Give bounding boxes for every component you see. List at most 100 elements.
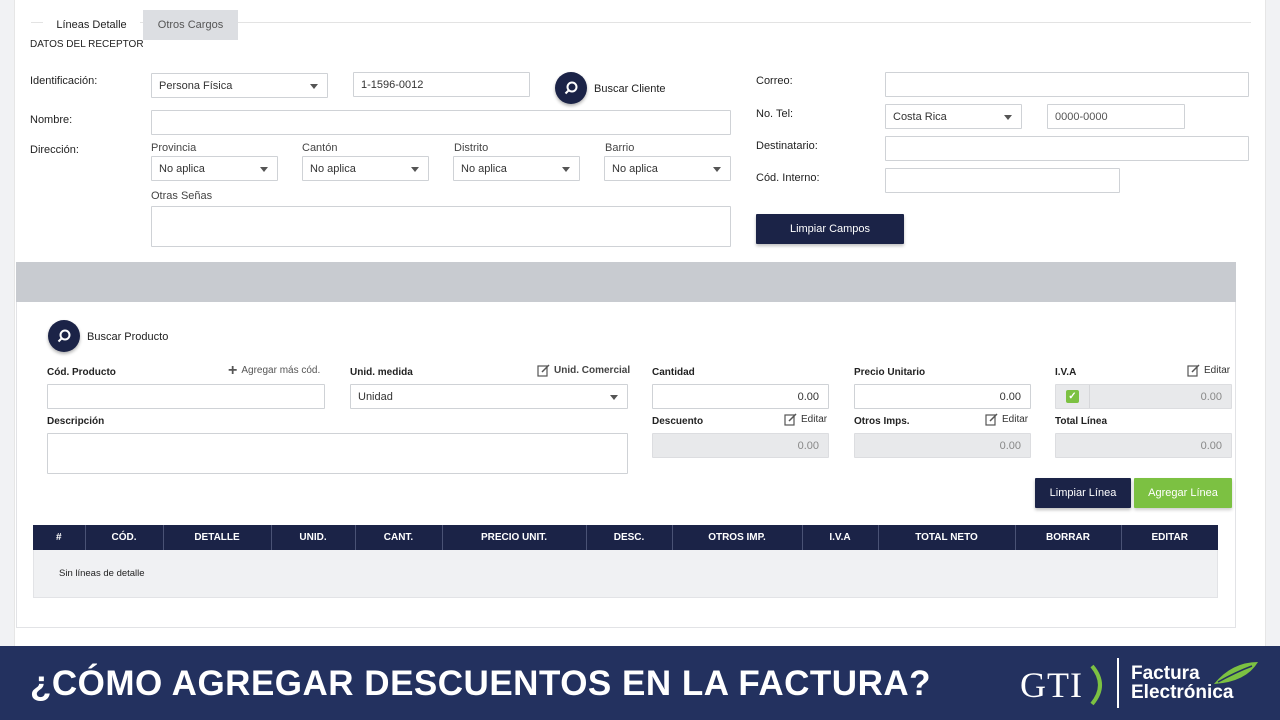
agregar-linea-button[interactable]: Agregar Línea <box>1134 478 1232 508</box>
table-header-row: # CÓD. DETALLE UNID. CANT. PRECIO UNIT. … <box>33 525 1218 550</box>
id-number-value: 1-1596-0012 <box>361 78 424 91</box>
identificacion-label: Identificación: <box>30 75 98 87</box>
otros-imps-editar-link[interactable]: Editar <box>985 413 1028 426</box>
col-header: CANT. <box>355 525 443 550</box>
unid-comercial-label: Unid. Comercial <box>554 365 631 376</box>
provincia-label: Provincia <box>151 142 197 154</box>
tab-otros-cargos[interactable]: Otros Cargos <box>143 10 238 40</box>
chevron-down-icon <box>411 166 419 172</box>
otros-imps-label: Otros Imps. <box>854 416 910 427</box>
limpiar-linea-button[interactable]: Limpiar Línea <box>1035 478 1131 508</box>
col-header: DESC. <box>586 525 673 550</box>
cantidad-label: Cantidad <box>652 367 695 378</box>
precio-input[interactable]: 0.00 <box>854 384 1031 409</box>
precio-label: Precio Unitario <box>854 367 926 378</box>
provincia-select[interactable]: No aplica <box>151 156 278 181</box>
col-header: # <box>33 525 86 550</box>
barrio-value: No aplica <box>612 162 658 175</box>
total-linea-label: Total Línea <box>1055 416 1108 427</box>
iva-editar-link[interactable]: Editar <box>1187 364 1230 377</box>
col-header: OTROS IMP. <box>672 525 803 550</box>
unid-medida-select[interactable]: Unidad <box>350 384 628 409</box>
section-title: DATOS DEL RECEPTOR <box>30 39 144 50</box>
barrio-select[interactable]: No aplica <box>604 156 731 181</box>
agregar-mas-cod-link[interactable]: + Agregar más cód. <box>228 361 320 379</box>
cod-interno-label: Cód. Interno: <box>756 172 820 184</box>
chevron-down-icon <box>610 394 618 400</box>
nombre-input[interactable] <box>151 110 731 135</box>
col-header: BORRAR <box>1015 525 1122 550</box>
edit-icon <box>784 413 797 426</box>
search-icon <box>564 81 578 95</box>
tab-bar <box>16 262 1236 302</box>
tab-lineas-detalle[interactable]: Líneas Detalle <box>43 10 140 40</box>
banner-title: ¿CÓMO AGREGAR DESCUENTOS EN LA FACTURA? <box>30 664 931 703</box>
unid-comercial-link[interactable]: Unid. Comercial <box>537 364 630 377</box>
iva-value: 0.00 <box>1200 390 1222 403</box>
cod-producto-input[interactable] <box>47 384 325 409</box>
canton-select[interactable]: No aplica <box>302 156 429 181</box>
chevron-down-icon <box>713 166 721 172</box>
plus-icon: + <box>228 361 238 379</box>
edit-icon <box>1187 364 1200 377</box>
correo-label: Correo: <box>756 75 793 87</box>
col-header: CÓD. <box>85 525 164 550</box>
buscar-producto-button[interactable] <box>48 320 80 352</box>
destinatario-label: Destinatario: <box>756 140 818 152</box>
unid-value: Unidad <box>358 390 393 403</box>
distrito-label: Distrito <box>454 142 489 154</box>
cod-interno-input[interactable] <box>885 168 1120 193</box>
editar-label: Editar <box>1002 414 1029 425</box>
edit-icon <box>985 413 998 426</box>
distrito-select[interactable]: No aplica <box>453 156 580 181</box>
otras-senas-textarea[interactable] <box>151 206 731 247</box>
destinatario-input[interactable] <box>885 136 1249 161</box>
buscar-cliente-button[interactable] <box>555 72 587 104</box>
canton-value: No aplica <box>310 162 356 175</box>
col-header: PRECIO UNIT. <box>442 525 587 550</box>
iva-checkbox[interactable]: ✓ <box>1056 385 1090 408</box>
correo-input[interactable] <box>885 72 1249 97</box>
descripcion-textarea[interactable] <box>47 433 628 474</box>
col-header: UNID. <box>271 525 356 550</box>
pais-value: Costa Rica <box>893 110 947 123</box>
direccion-label: Dirección: <box>30 144 79 156</box>
nombre-label: Nombre: <box>30 114 73 126</box>
gti-logo-text: GTI <box>1020 665 1083 705</box>
iva-input: ✓ 0.00 <box>1055 384 1232 409</box>
buscar-cliente-label[interactable]: Buscar Cliente <box>594 83 666 95</box>
descuento-value: 0.00 <box>797 439 819 452</box>
col-header: I.V.A <box>802 525 879 550</box>
tel-placeholder: 0000-0000 <box>1055 110 1108 123</box>
total-linea-input: 0.00 <box>1055 433 1232 458</box>
gti-logo: GTI <box>1020 664 1083 706</box>
chevron-down-icon <box>310 83 318 89</box>
tel-label: No. Tel: <box>756 108 794 120</box>
cantidad-input[interactable]: 0.00 <box>652 384 829 409</box>
distrito-value: No aplica <box>461 162 507 175</box>
logo-divider <box>1117 658 1119 708</box>
chevron-down-icon <box>562 166 570 172</box>
barrio-label: Barrio <box>605 142 635 154</box>
total-linea-value: 0.00 <box>1200 439 1222 452</box>
otros-imps-value: 0.00 <box>999 439 1021 452</box>
empty-table-message: Sin líneas de detalle <box>33 550 1218 598</box>
id-number-input[interactable]: 1-1596-0012 <box>353 72 530 97</box>
col-header: EDITAR <box>1121 525 1218 550</box>
buscar-producto-label[interactable]: Buscar Producto <box>87 331 168 343</box>
col-header: DETALLE <box>163 525 272 550</box>
tel-input[interactable]: 0000-0000 <box>1047 104 1185 129</box>
limpiar-campos-button[interactable]: Limpiar Campos <box>756 214 904 244</box>
descuento-label: Descuento <box>652 416 704 427</box>
id-type-select[interactable]: Persona Física <box>151 73 328 98</box>
pais-select[interactable]: Costa Rica <box>885 104 1022 129</box>
precio-value: 0.00 <box>999 390 1021 403</box>
chevron-down-icon <box>260 166 268 172</box>
otros-imps-input: 0.00 <box>854 433 1031 458</box>
col-header: TOTAL NETO <box>878 525 1016 550</box>
descuento-editar-link[interactable]: Editar <box>784 413 827 426</box>
descripcion-label: Descripción <box>47 416 105 427</box>
provincia-value: No aplica <box>159 162 205 175</box>
edit-icon <box>537 364 550 377</box>
gti-swoosh-icon <box>1090 664 1102 706</box>
